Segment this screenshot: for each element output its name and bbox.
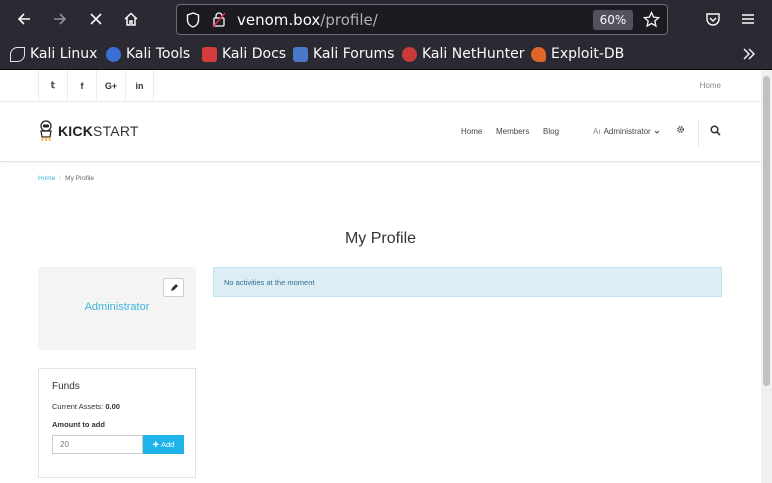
- search-button[interactable]: [710, 125, 721, 138]
- back-button[interactable]: [10, 5, 38, 33]
- topbar-home-link[interactable]: Home: [700, 81, 721, 90]
- nav-user-dropdown[interactable]: Aı Administrator: [593, 127, 660, 136]
- page-scrollbar[interactable]: [761, 70, 772, 483]
- bookmark-star-icon[interactable]: [643, 11, 660, 28]
- astronaut-logo-icon: [40, 120, 52, 142]
- chevron-down-icon: [654, 130, 660, 134]
- amount-input[interactable]: [52, 435, 143, 454]
- page-title: My Profile: [344, 230, 417, 247]
- bookmark-kali-nethunter[interactable]: Kali NetHunter: [402, 44, 524, 64]
- facebook-icon: f: [80, 80, 84, 91]
- insecure-lock-icon: [212, 12, 226, 28]
- hamburger-menu-icon: [742, 14, 754, 24]
- stop-button[interactable]: [82, 5, 110, 33]
- pocket-button[interactable]: [699, 5, 727, 33]
- google-plus-link[interactable]: G+: [96, 70, 125, 101]
- nav-divider: [698, 120, 699, 146]
- gear-icon: [677, 126, 684, 133]
- forward-button[interactable]: [46, 5, 74, 33]
- breadcrumb: Home / My Profile: [38, 175, 94, 182]
- activity-message: No activities at the moment: [224, 278, 315, 287]
- bookmarks-bar: Kali Linux Kali Tools Kali Docs Kali For…: [0, 39, 772, 70]
- logo-text: KICKSTART: [58, 123, 139, 139]
- url-bar[interactable]: venom.box/profile/ 60%: [176, 4, 668, 35]
- kali-dragon-icon: [10, 46, 25, 62]
- browser-toolbar: venom.box/profile/ 60%: [0, 0, 772, 39]
- arrow-right-icon: [54, 13, 67, 25]
- add-funds-label: Add: [160, 440, 175, 449]
- profile-name-link[interactable]: Administrator: [38, 301, 196, 313]
- pocket-icon: [706, 13, 720, 26]
- linkedin-icon: in: [135, 80, 144, 91]
- bookmark-kali-tools[interactable]: Kali Tools: [106, 44, 190, 64]
- close-icon: [90, 13, 102, 25]
- kali-docs-icon: [202, 46, 217, 62]
- exploit-db-icon: [531, 46, 546, 62]
- zoom-level-button[interactable]: 60%: [593, 10, 633, 30]
- nav-home[interactable]: Home: [461, 127, 482, 136]
- edit-profile-button[interactable]: [163, 278, 184, 297]
- page-viewport: 𝕥 f G+ in Home KICKSTART Home Members Bl…: [0, 70, 761, 483]
- pencil-icon: [170, 283, 178, 291]
- twitter-icon: 𝕥: [50, 80, 56, 90]
- breadcrumb-home[interactable]: Home: [38, 175, 55, 182]
- nav-blog[interactable]: Blog: [543, 127, 559, 136]
- kali-tools-icon: [106, 46, 121, 62]
- linkedin-link[interactable]: in: [125, 70, 154, 101]
- kali-forums-icon: [293, 46, 308, 62]
- facebook-link[interactable]: f: [67, 70, 96, 101]
- shield-icon: [186, 12, 200, 28]
- breadcrumb-separator: /: [59, 175, 62, 182]
- search-icon: [710, 125, 721, 136]
- kali-nethunter-icon: [402, 46, 417, 62]
- funds-title: Funds: [52, 381, 80, 392]
- twitter-link[interactable]: 𝕥: [38, 70, 67, 101]
- scrollbar-thumb[interactable]: [763, 76, 770, 386]
- arrow-left-icon: [17, 13, 30, 25]
- social-topbar: 𝕥 f G+ in Home: [0, 70, 761, 102]
- google-plus-icon: G+: [104, 80, 118, 91]
- profile-card: Administrator: [38, 267, 196, 350]
- bookmark-exploit-db[interactable]: Exploit-DB: [531, 44, 624, 64]
- breadcrumb-current: My Profile: [65, 175, 95, 182]
- add-funds-button[interactable]: ✚ Add: [143, 435, 184, 454]
- home-button[interactable]: [117, 5, 145, 33]
- activity-alert: No activities at the moment: [213, 267, 722, 297]
- nav-user-label: Administrator: [603, 127, 651, 136]
- nav-members[interactable]: Members: [496, 127, 529, 136]
- home-icon: [124, 12, 138, 26]
- settings-button[interactable]: [676, 125, 685, 136]
- plus-icon: ✚: [152, 440, 159, 449]
- site-logo[interactable]: KICKSTART: [38, 120, 139, 142]
- current-assets: Current Assets: 0.00: [52, 402, 120, 411]
- user-avatar-text: Aı: [593, 127, 601, 136]
- chevron-double-right-icon: [743, 48, 755, 60]
- site-header: KICKSTART Home Members Blog Aı Administr…: [0, 102, 761, 162]
- menu-button[interactable]: [734, 5, 762, 33]
- bookmark-kali-docs[interactable]: Kali Docs: [202, 44, 286, 64]
- bookmarks-overflow-button[interactable]: [742, 44, 756, 64]
- bookmark-kali-forums[interactable]: Kali Forums: [293, 44, 394, 64]
- url-text[interactable]: venom.box/profile/: [237, 11, 378, 29]
- current-assets-label: Current Assets:: [52, 402, 104, 411]
- amount-label: Amount to add: [52, 420, 105, 429]
- current-assets-value: 0.00: [105, 402, 120, 411]
- bookmark-kali-linux[interactable]: Kali Linux: [10, 44, 97, 64]
- funds-panel: Funds Current Assets: 0.00 Amount to add…: [38, 368, 196, 478]
